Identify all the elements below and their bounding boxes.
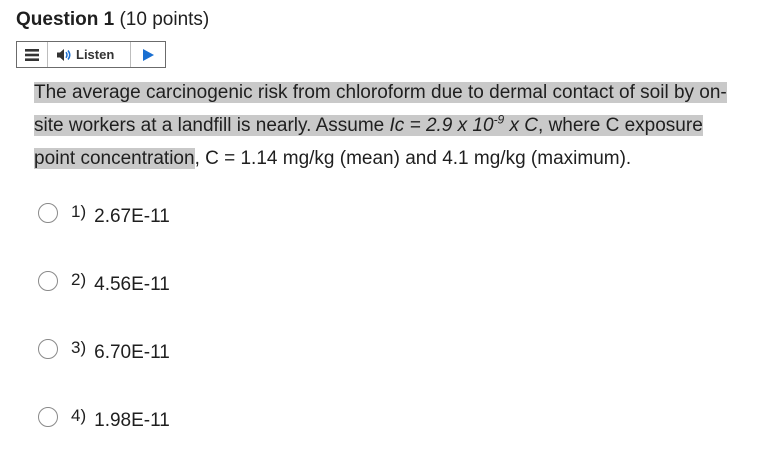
formula-eq: = 2.9 x 10 xyxy=(404,115,494,136)
formula-rhs: x C xyxy=(504,115,539,136)
answer-option-1[interactable]: 1) 2.67E-11 xyxy=(38,200,170,227)
radio-button[interactable] xyxy=(38,271,58,291)
radio-button[interactable] xyxy=(38,339,58,359)
option-number: 1) xyxy=(71,202,87,221)
play-icon xyxy=(142,48,154,61)
listen-label: Listen xyxy=(76,47,115,62)
answer-option-3[interactable]: 3) 6.70E-11 xyxy=(38,336,170,363)
hamburger-icon xyxy=(25,48,39,61)
option-value: 4.56E-11 xyxy=(94,274,170,295)
listen-menu-button[interactable] xyxy=(17,42,48,67)
option-value: 1.98E-11 xyxy=(94,410,170,431)
option-number: 2) xyxy=(71,270,87,289)
option-value: 6.70E-11 xyxy=(94,342,170,363)
answer-option-2[interactable]: 2) 4.56E-11 xyxy=(38,268,170,295)
listen-toolbar: Listen xyxy=(16,41,166,68)
question-header: Question 1 (10 points) xyxy=(16,8,209,32)
speaker-icon xyxy=(57,48,71,61)
formula-lhs: Ic xyxy=(389,115,405,136)
radio-button[interactable] xyxy=(38,407,58,427)
option-value: 2.67E-11 xyxy=(94,206,170,227)
formula-exponent: -9 xyxy=(493,112,505,127)
option-number: 4) xyxy=(71,406,87,425)
question-text-tail: , C = 1.14 mg/kg (mean) and 4.1 mg/kg (m… xyxy=(194,148,632,169)
question-text: The average carcinogenic risk from chlor… xyxy=(34,76,744,175)
play-button[interactable] xyxy=(131,42,165,67)
answer-option-4[interactable]: 4) 1.98E-11 xyxy=(38,404,170,431)
listen-button[interactable]: Listen xyxy=(48,42,131,67)
option-number: 3) xyxy=(71,338,87,357)
radio-button[interactable] xyxy=(38,203,58,223)
question-title: Question 1 xyxy=(16,9,115,30)
question-points: (10 points) xyxy=(119,9,210,30)
